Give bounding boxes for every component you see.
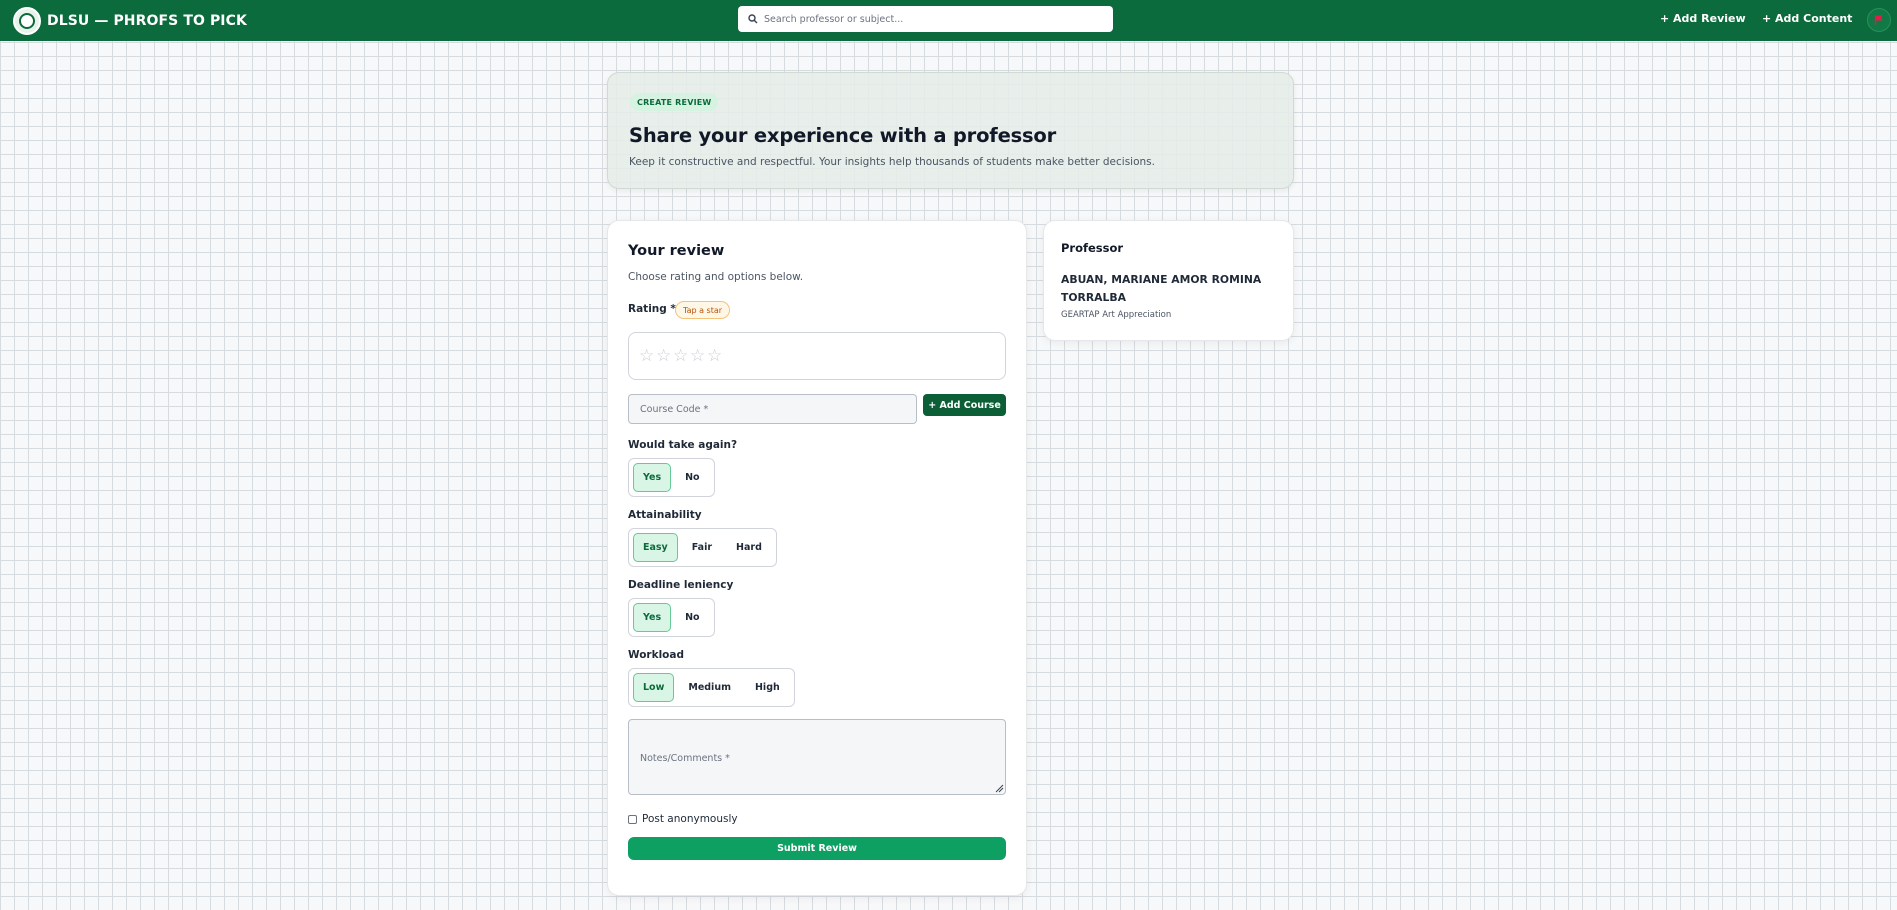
attainability-hard[interactable]: Hard	[726, 533, 772, 562]
workload-label: Workload	[628, 649, 684, 661]
workload-toggle: Low Medium High	[628, 668, 795, 707]
add-content-link[interactable]: + Add Content	[1762, 12, 1852, 25]
professor-card-title: Professor	[1061, 241, 1124, 255]
anonymous-label[interactable]: Post anonymously	[642, 813, 738, 825]
take-again-yes[interactable]: Yes	[633, 463, 672, 492]
notes-textarea[interactable]	[628, 719, 1006, 795]
workload-low[interactable]: Low	[633, 673, 675, 702]
professor-name: ABUAN, MARIANE AMOR ROMINA TORRALBA	[1061, 273, 1262, 304]
hero-title: Share your experience with a professor	[629, 124, 1057, 147]
professor-course: GEARTAP Art Appreciation	[1061, 310, 1172, 320]
resize-handle-icon[interactable]	[994, 783, 1004, 793]
star-icon-1[interactable]: ☆	[639, 347, 654, 365]
take-again-toggle: Yes No	[628, 458, 715, 497]
star-icon-2[interactable]: ☆	[656, 347, 671, 365]
logo-icon	[13, 7, 41, 35]
deadline-yes[interactable]: Yes	[633, 603, 672, 632]
anonymous-option: Post anonymously	[628, 813, 738, 825]
flag-icon	[1874, 15, 1883, 25]
search-bar[interactable]	[738, 6, 1113, 32]
deadline-no[interactable]: No	[675, 603, 709, 632]
star-icon-5[interactable]: ☆	[707, 347, 722, 365]
avatar[interactable]	[1867, 8, 1891, 32]
brand[interactable]: DLSU — PHROFS TO PICK	[13, 7, 247, 35]
search-icon	[748, 14, 758, 24]
top-navbar: DLSU — PHROFS TO PICK + Add Review + Add…	[0, 0, 1897, 41]
course-code-input[interactable]	[628, 394, 917, 424]
anonymous-checkbox[interactable]	[628, 814, 637, 824]
search-input[interactable]	[764, 13, 1104, 25]
rating-label: Rating *	[628, 303, 676, 315]
attainability-easy[interactable]: Easy	[633, 533, 678, 562]
deadline-leniency-label: Deadline leniency	[628, 579, 734, 591]
create-review-hero: CREATE REVIEW Share your experience with…	[607, 72, 1294, 189]
professor-card: Professor ABUAN, MARIANE AMOR ROMINA TOR…	[1043, 220, 1294, 341]
add-course-button[interactable]: + Add Course	[923, 394, 1006, 416]
take-again-label: Would take again?	[628, 439, 738, 451]
take-again-no[interactable]: No	[675, 463, 709, 492]
review-form-card: Your review Choose rating and options be…	[607, 220, 1027, 896]
attainability-toggle: Easy Fair Hard	[628, 528, 777, 567]
workload-high[interactable]: High	[745, 673, 790, 702]
workload-medium[interactable]: Medium	[678, 673, 741, 702]
attainability-fair[interactable]: Fair	[682, 533, 722, 562]
create-review-badge: CREATE REVIEW	[630, 93, 719, 111]
star-icon-4[interactable]: ☆	[690, 347, 705, 365]
submit-review-button[interactable]: Submit Review	[628, 837, 1006, 860]
review-card-subtitle: Choose rating and options below.	[628, 271, 804, 283]
deadline-leniency-toggle: Yes No	[628, 598, 715, 637]
tap-star-hint: Tap a star	[675, 301, 731, 319]
attainability-label: Attainability	[628, 509, 702, 521]
star-rating: ☆ ☆ ☆ ☆ ☆	[628, 332, 1006, 380]
brand-title: DLSU — PHROFS TO PICK	[47, 13, 247, 29]
star-icon-3[interactable]: ☆	[673, 347, 688, 365]
review-card-title: Your review	[628, 243, 725, 259]
hero-subtitle: Keep it constructive and respectful. You…	[629, 156, 1155, 168]
add-review-link[interactable]: + Add Review	[1660, 12, 1746, 25]
